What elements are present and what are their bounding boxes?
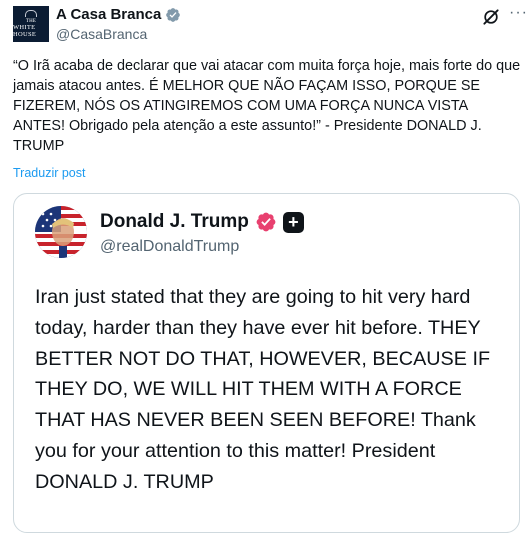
white-house-avatar[interactable]: THE WHITE HOUSE [13, 6, 49, 42]
author-name-row[interactable]: A Casa Branca [56, 6, 181, 23]
quoted-author-name[interactable]: Donald J. Trump [100, 211, 249, 233]
author-handle[interactable]: @CasaBranca [56, 26, 147, 42]
more-options-icon[interactable]: ··· [509, 4, 528, 22]
flag-portrait-icon [35, 206, 87, 258]
gray-verified-badge-icon [166, 7, 181, 22]
white-house-crest-icon [25, 10, 37, 17]
quoted-author-row[interactable]: Donald J. Trump + [100, 211, 304, 233]
quoted-post-card[interactable]: Donald J. Trump + @realDonaldTrump Iran … [13, 193, 520, 533]
quoted-author-handle[interactable]: @realDonaldTrump [100, 238, 239, 256]
post-text: “O Irã acaba de declarar que vai atacar … [13, 58, 525, 154]
author-name[interactable]: A Casa Branca [56, 6, 161, 23]
grok-icon[interactable] [481, 7, 501, 27]
translate-post-link[interactable]: Traduzir post [13, 166, 85, 180]
avatar-text-line-2: WHITE HOUSE [13, 24, 37, 38]
truth-verified-badge-icon [256, 212, 276, 232]
quoted-post-text: Iran just stated that they are going to … [35, 286, 496, 493]
plus-badge-icon: + [282, 211, 304, 233]
trump-avatar[interactable] [35, 206, 87, 258]
